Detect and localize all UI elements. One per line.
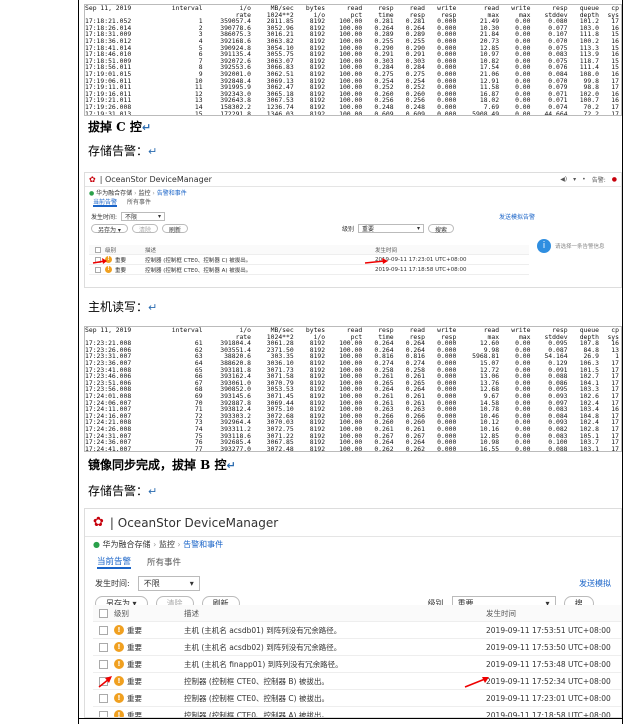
terminal-output-1: Sep 11, 2019 interval i/o MB/sec bytes read re… bbox=[84, 4, 622, 116]
paragraph-mark-icon: ↵ bbox=[148, 301, 158, 314]
arrow-right-icon bbox=[464, 678, 486, 688]
heading-storage-alarm-1: 存储告警：↵ bbox=[88, 142, 157, 159]
frame-left-border bbox=[78, 0, 79, 724]
heading-mirror-pull-b: 镜像同步完成，拔掉 B 控↵ bbox=[88, 456, 236, 473]
arrow-head-icon bbox=[102, 258, 107, 264]
heading-pull-c-text: 拔掉 C 控 bbox=[88, 120, 142, 134]
storage-alarm-2-text: 存储告警： bbox=[88, 484, 149, 498]
storage-alarm-1-text: 存储告警： bbox=[88, 144, 149, 158]
red-arrows-2 bbox=[98, 676, 489, 688]
device-manager-screenshot-2: ✿ | OceanStor DeviceManager ● 华为融合存储 › 监… bbox=[84, 508, 622, 718]
device-manager-screenshot-1: ✿ | OceanStor DeviceManager ◀) ▾ • 告警: ●… bbox=[84, 172, 622, 288]
mirror-pull-b-text: 镜像同步完成，拔掉 B 控 bbox=[88, 458, 227, 472]
heading-pull-c: 拔掉 C 控↵ bbox=[88, 118, 151, 135]
paragraph-mark-icon: ↵ bbox=[148, 145, 158, 158]
frame-bottom-border bbox=[78, 718, 623, 719]
arrow-right-icon bbox=[364, 260, 386, 264]
paragraph-mark-icon: ↵ bbox=[148, 485, 158, 498]
host-read-text: 主机读写： bbox=[88, 300, 149, 314]
heading-storage-alarm-2: 存储告警：↵ bbox=[88, 482, 157, 499]
arrow-head-icon bbox=[382, 258, 388, 264]
red-arrows-1 bbox=[92, 258, 388, 264]
paragraph-mark-icon: ↵ bbox=[226, 459, 236, 472]
terminal-output-2: Sep 11, 2019 interval i/o MB/sec bytes read re… bbox=[84, 326, 622, 452]
terminal-table-2: Sep 11, 2019 interval i/o MB/sec bytes read re… bbox=[85, 327, 621, 452]
terminal-row: 17:19:31.013 15 172291.8 1346.03 8192 100.00 0… bbox=[85, 109, 619, 116]
terminal-row: 17:24:41.007 77 393277.0 3072.48 8192 100.00 0… bbox=[85, 444, 619, 452]
terminal-table-1: Sep 11, 2019 interval i/o MB/sec bytes read re… bbox=[85, 5, 621, 116]
heading-host-read: 主机读写：↵ bbox=[88, 298, 157, 315]
paragraph-mark-icon: ↵ bbox=[141, 121, 152, 134]
